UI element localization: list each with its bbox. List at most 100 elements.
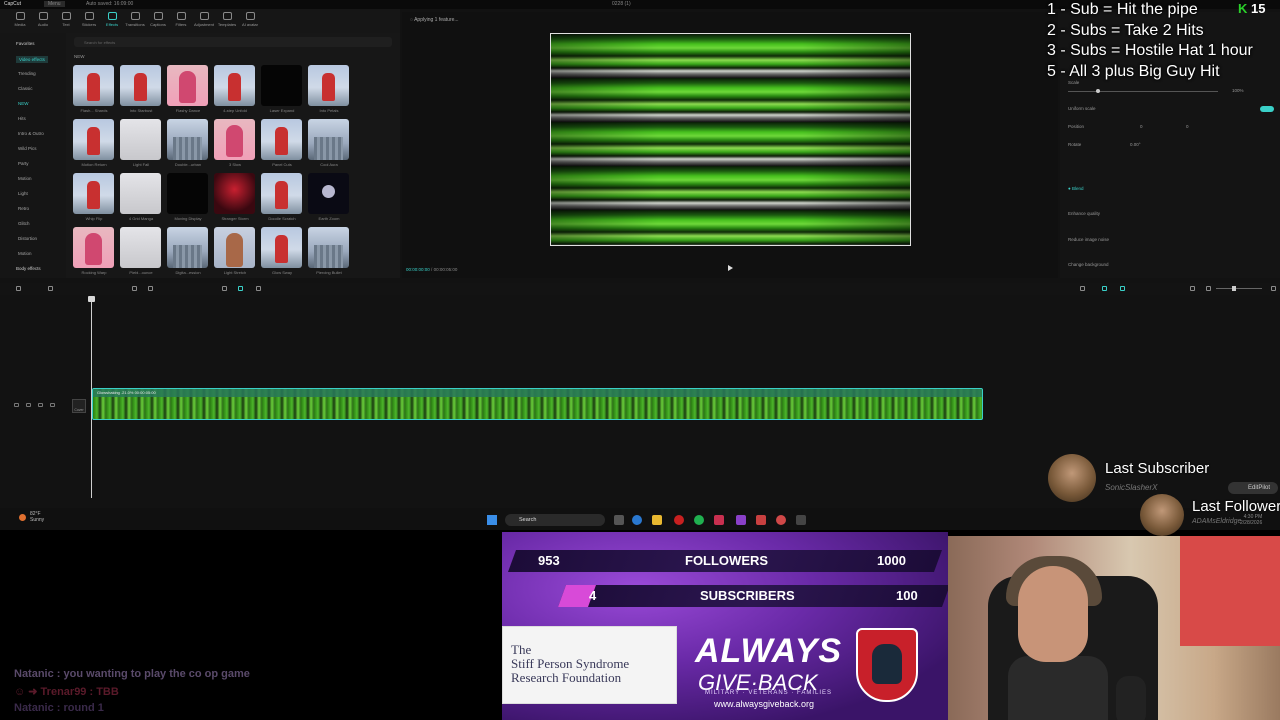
effects-search-input[interactable]: Search for effects — [74, 37, 392, 47]
app-icon-2[interactable] — [736, 515, 746, 525]
nav-item-light[interactable]: Light — [18, 191, 28, 196]
nav-item-wild-pics[interactable]: Wild Pics — [18, 146, 37, 151]
zoom-slider[interactable] — [1216, 288, 1262, 289]
effect-tile[interactable] — [261, 119, 302, 160]
effect-tile[interactable] — [167, 65, 208, 106]
fit-icon[interactable] — [1271, 286, 1276, 291]
uniform-scale-toggle[interactable] — [1260, 106, 1274, 112]
change-background-label[interactable]: Change background — [1068, 262, 1109, 267]
scale-slider[interactable] — [1068, 91, 1218, 92]
start-button-icon[interactable] — [487, 515, 497, 525]
nav-item-motion[interactable]: Motion — [18, 176, 32, 181]
nav-video-effects[interactable]: Video effects — [16, 56, 48, 63]
track-hide-icon[interactable] — [26, 403, 31, 407]
undo-icon[interactable] — [48, 286, 53, 291]
play-button[interactable] — [728, 265, 733, 271]
effect-tile[interactable] — [214, 119, 255, 160]
nav-item-new[interactable]: NEW — [18, 101, 29, 106]
effect-tile[interactable] — [214, 173, 255, 214]
nav-item-retro[interactable]: Retro — [18, 206, 29, 211]
nav-item-motion[interactable]: Motion — [18, 251, 32, 256]
effect-tile[interactable] — [73, 173, 114, 214]
effect-tile[interactable] — [120, 227, 161, 268]
opera-icon[interactable] — [674, 515, 684, 525]
reduce-noise-label[interactable]: Reduce image noise — [1068, 237, 1109, 242]
toolbar-media[interactable]: Media — [8, 12, 32, 27]
toolbar-stickers[interactable]: Stickers — [77, 12, 101, 27]
nav-item-classic[interactable]: Classic — [18, 86, 33, 91]
mic-icon[interactable] — [1080, 286, 1085, 291]
crop-icon[interactable] — [222, 286, 227, 291]
track-audio-icon[interactable] — [38, 403, 43, 407]
nav-favorites[interactable]: Favorites — [16, 41, 35, 46]
edge-icon[interactable] — [632, 515, 642, 525]
task-view-icon[interactable] — [614, 515, 624, 525]
scale-value[interactable]: 100% — [1232, 88, 1244, 93]
app-icon-1[interactable] — [714, 515, 724, 525]
effect-tile[interactable] — [261, 173, 302, 214]
nav-item-intro-outro[interactable]: Intro & Outro — [18, 131, 44, 136]
effect-tile[interactable] — [73, 119, 114, 160]
toolbar-captions[interactable]: Captions — [146, 12, 170, 27]
effect-tile[interactable] — [214, 227, 255, 268]
track-lock-icon[interactable] — [14, 403, 19, 407]
track-more-icon[interactable] — [50, 403, 55, 407]
preview-icon[interactable] — [1190, 286, 1195, 291]
toolbar-audio[interactable]: Audio — [31, 12, 55, 27]
video-clip[interactable]: Glowshaking .21.0% 00:00:05:00 — [92, 388, 983, 420]
toolbar-effects[interactable]: Effects — [100, 12, 124, 27]
zoom-out-icon[interactable] — [1206, 286, 1211, 291]
menu-button[interactable]: Menu — [44, 1, 65, 7]
nav-item-party[interactable]: Party — [18, 161, 29, 166]
scale-slider-handle[interactable] — [1096, 89, 1100, 93]
effect-tile[interactable] — [167, 119, 208, 160]
nav-item-hits[interactable]: Hits — [18, 116, 26, 121]
toolbar-ai-avatar[interactable]: AI avatar — [238, 12, 262, 27]
effect-tile[interactable] — [120, 119, 161, 160]
toolbar-filters[interactable]: Filters — [169, 12, 193, 27]
zoom-slider-handle[interactable] — [1232, 286, 1236, 291]
app-icon-3[interactable] — [756, 515, 766, 525]
ai-icon[interactable] — [238, 286, 243, 291]
effect-tile[interactable] — [308, 227, 349, 268]
video-preview[interactable] — [550, 33, 911, 246]
effect-tile[interactable] — [73, 65, 114, 106]
capcut-task-icon[interactable] — [796, 515, 806, 525]
explorer-icon[interactable] — [652, 515, 662, 525]
nav-item-glitch[interactable]: Glitch — [18, 221, 30, 226]
effect-tile[interactable] — [308, 65, 349, 106]
effect-tile[interactable] — [73, 227, 114, 268]
magnet-icon[interactable] — [1120, 286, 1125, 291]
weather-widget[interactable]: 82°F Sunny — [30, 511, 44, 523]
nav-item-trending[interactable]: Trending — [18, 71, 36, 76]
weather-icon[interactable] — [19, 514, 26, 521]
effect-tile[interactable] — [214, 65, 255, 106]
nav-body-effects[interactable]: Body effects — [16, 266, 41, 271]
cover-button[interactable]: Cover — [72, 399, 86, 413]
effect-tile[interactable] — [120, 173, 161, 214]
effect-tile[interactable] — [120, 65, 161, 106]
rotate-value[interactable]: 0.00° — [1130, 142, 1141, 147]
select-icon[interactable] — [16, 286, 21, 291]
toolbar-transitions[interactable]: Transitions — [123, 12, 147, 27]
effect-tile[interactable] — [167, 173, 208, 214]
toolbar-adjustment[interactable]: Adjustment — [192, 12, 216, 27]
position-y[interactable]: 0 — [1186, 124, 1189, 129]
delete-icon[interactable] — [132, 286, 137, 291]
effect-tile[interactable] — [308, 119, 349, 160]
spotify-icon[interactable] — [694, 515, 704, 525]
effect-tile[interactable] — [167, 227, 208, 268]
taskbar-search[interactable]: Search — [505, 514, 605, 526]
editpilot-badge[interactable]: EditPilot — [1228, 482, 1278, 494]
mask-icon[interactable] — [256, 286, 261, 291]
nav-item-distortion[interactable]: Distortion — [18, 236, 37, 241]
position-x[interactable]: 0 — [1140, 124, 1143, 129]
blend-label[interactable]: ● Blend — [1068, 186, 1083, 191]
app-icon-4[interactable] — [776, 515, 786, 525]
effect-tile[interactable] — [261, 227, 302, 268]
toolbar-text[interactable]: Text — [54, 12, 78, 27]
link-icon[interactable] — [1102, 286, 1107, 291]
effect-tile[interactable] — [261, 65, 302, 106]
enhance-label[interactable]: Enhance quality — [1068, 211, 1100, 216]
freeze-icon[interactable] — [148, 286, 153, 291]
